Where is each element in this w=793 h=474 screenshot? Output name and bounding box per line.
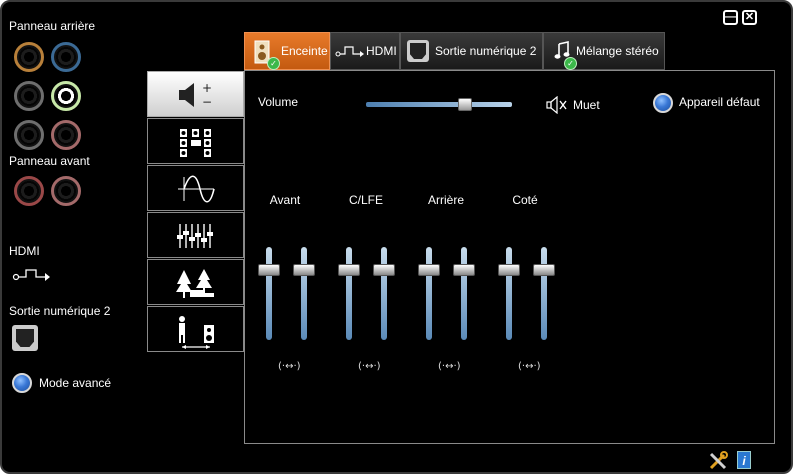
tab-label: Mélange stéréo (576, 44, 659, 58)
lfe-slider[interactable] (381, 247, 387, 340)
front-jack-red[interactable] (14, 176, 44, 206)
side-left-slider[interactable] (506, 247, 512, 340)
rear-right-slider-thumb[interactable] (453, 264, 475, 276)
tab-hdmi[interactable]: HDMI (330, 32, 400, 70)
default-device-radio[interactable] (653, 93, 673, 113)
advanced-mode-radio[interactable] (12, 373, 32, 393)
audio-manager-window: Panneau arrière Panneau avant HDMI Sorti… (0, 0, 793, 474)
side-right-slider-thumb[interactable] (533, 264, 555, 276)
close-button[interactable]: ✕ (742, 10, 757, 25)
lfe-slider-thumb[interactable] (373, 264, 395, 276)
tab-label: Enceinte (281, 44, 328, 58)
spdif-port-icon[interactable] (12, 325, 38, 351)
side-right-slider[interactable] (541, 247, 547, 340)
room-correction-icon (179, 316, 214, 349)
volume-slider[interactable] (366, 102, 512, 107)
mute-label[interactable]: Muet (573, 98, 600, 112)
sine-wave-icon (178, 175, 215, 203)
mute-speaker-icon[interactable] (546, 96, 568, 114)
hdmi-output-icon[interactable] (12, 264, 52, 284)
rear-left-slider[interactable] (426, 247, 432, 340)
active-check-icon: ✓ (267, 57, 280, 70)
environment-icon (176, 269, 214, 298)
tab-label: HDMI (366, 44, 397, 58)
tab-label: Sortie numérique 2 (435, 44, 537, 58)
volume-slider-thumb[interactable] (458, 98, 473, 111)
rear-jack-pink[interactable] (51, 120, 81, 150)
rear-right-slider[interactable] (461, 247, 467, 340)
tab-enceinte[interactable]: ✓ Enceinte (244, 32, 330, 70)
side-tab-room-correction[interactable] (147, 306, 244, 352)
svg-text:−: − (202, 95, 212, 109)
front-left-slider-thumb[interactable] (258, 264, 280, 276)
advanced-mode-label: Mode avancé (39, 376, 112, 390)
front-jack-pink[interactable] (51, 176, 81, 206)
active-check-icon: ✓ (564, 57, 577, 70)
link-center-lfe-icon[interactable]: (·↔·) (358, 361, 381, 372)
rear-jack-green[interactable] (51, 81, 81, 111)
speaker-volume-icon: + − (179, 81, 212, 109)
side-tab-equalizer[interactable] (147, 212, 244, 258)
channel-label-side: Coté (512, 193, 538, 207)
side-tab-speaker-config[interactable] (147, 118, 244, 164)
tab-stereo-mix[interactable]: ✓ Mélange stéréo (543, 32, 665, 70)
rear-jack-blue[interactable] (51, 42, 81, 72)
tools-icon[interactable] (708, 451, 728, 471)
channel-label-rear: Arrière (427, 193, 464, 207)
front-right-slider-thumb[interactable] (293, 264, 315, 276)
front-panel-label: Panneau avant (9, 154, 90, 168)
center-slider[interactable] (346, 247, 352, 340)
default-device-label[interactable]: Appareil défaut (679, 95, 760, 109)
equalizer-icon (177, 224, 213, 248)
spdif-icon (407, 40, 429, 62)
side-tab-volume[interactable]: + − (147, 71, 244, 117)
digital-out-label: Sortie numérique 2 (9, 304, 111, 318)
hdmi-label: HDMI (9, 244, 40, 258)
rear-left-slider-thumb[interactable] (418, 264, 440, 276)
svg-text:+: + (202, 81, 212, 95)
center-slider-thumb[interactable] (338, 264, 360, 276)
channel-label-center-lfe: C/LFE (348, 193, 383, 207)
channel-label-front: Avant (269, 193, 301, 207)
front-left-slider[interactable] (266, 247, 272, 340)
link-side-icon[interactable]: (·↔·) (518, 361, 541, 372)
rear-panel-label: Panneau arrière (9, 19, 96, 33)
rear-jack-grey[interactable] (14, 81, 44, 111)
hdmi-icon (335, 46, 364, 57)
tab-digital-out[interactable]: Sortie numérique 2 (400, 32, 543, 70)
rear-jack-black[interactable] (14, 120, 44, 150)
volume-label: Volume (258, 95, 299, 109)
front-right-slider[interactable] (301, 247, 307, 340)
side-tab-sound-effects[interactable] (147, 165, 244, 211)
info-icon[interactable]: i (737, 451, 751, 469)
link-rear-icon[interactable]: (·↔·) (438, 361, 461, 372)
rear-jack-orange[interactable] (14, 42, 44, 72)
speaker-config-icon (180, 129, 211, 157)
side-left-slider-thumb[interactable] (498, 264, 520, 276)
connector-panel: Panneau arrière Panneau avant HDMI Sorti… (2, 2, 147, 472)
link-front-icon[interactable]: (·↔·) (278, 361, 301, 372)
minimize-button[interactable]: — (723, 10, 738, 25)
side-tab-environment[interactable] (147, 259, 244, 305)
